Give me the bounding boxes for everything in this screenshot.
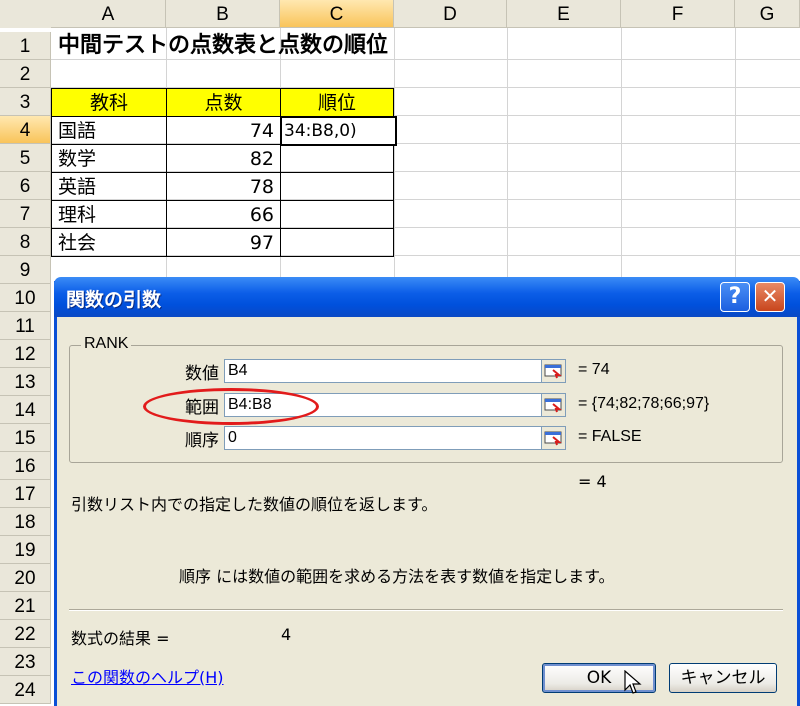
cancel-button[interactable]: キャンセル: [669, 663, 777, 693]
argument-description: 順序 には数値の範囲を求める方法を表す数値を指定します。: [179, 567, 615, 586]
row-header-24[interactable]: 24: [0, 676, 51, 704]
active-cell-c4[interactable]: 34:B8,0): [280, 116, 397, 146]
row-header-4[interactable]: 4: [0, 116, 51, 144]
function-description: 引数リスト内での指定した数値の順位を返します。: [71, 495, 438, 514]
subject-cell[interactable]: 数学: [51, 144, 167, 173]
column-header-d[interactable]: D: [394, 0, 507, 28]
subject-cell[interactable]: 国語: [51, 116, 167, 145]
function-arguments-dialog[interactable]: 関数の引数 ? ✕ RANK 数値 B4 = 74 範囲 B4:B8 = {74…: [54, 277, 800, 706]
help-button[interactable]: ?: [720, 282, 750, 312]
header-cell-subject[interactable]: 教科: [51, 88, 167, 117]
arg-input-number[interactable]: B4: [224, 359, 561, 383]
rank-cell[interactable]: [280, 172, 394, 201]
row-header-5[interactable]: 5: [0, 144, 51, 172]
subject-cell[interactable]: 社会: [51, 228, 167, 257]
row-header-2[interactable]: 2: [0, 60, 51, 88]
row-header-18[interactable]: 18: [0, 508, 51, 536]
subject-cell[interactable]: 英語: [51, 172, 167, 201]
arg-label-order: 順序: [185, 431, 219, 451]
formula-result-label: 数式の結果 =: [71, 629, 170, 648]
separator: [69, 609, 783, 611]
score-cell[interactable]: 78: [166, 172, 281, 201]
dialog-title: 関数の引数: [66, 289, 162, 311]
row-header-21[interactable]: 21: [0, 592, 51, 620]
rank-cell[interactable]: [280, 144, 394, 173]
column-header-c[interactable]: C: [280, 0, 394, 28]
row-header-1[interactable]: 1: [0, 32, 51, 60]
header-cell-rank[interactable]: 順位: [280, 88, 394, 117]
function-name-label: RANK: [81, 335, 132, 353]
column-header-a[interactable]: A: [51, 0, 166, 28]
collapse-dialog-icon: [544, 398, 562, 413]
collapse-dialog-icon: [544, 431, 562, 446]
subject-cell[interactable]: 理科: [51, 200, 167, 229]
row-header-14[interactable]: 14: [0, 396, 51, 424]
arg-result-order: = FALSE: [578, 428, 642, 445]
row-header-8[interactable]: 8: [0, 228, 51, 256]
row-header-3[interactable]: 3: [0, 88, 51, 116]
arg-result-range: = {74;82;78;66;97}: [578, 395, 710, 412]
row-header-15[interactable]: 15: [0, 424, 51, 452]
row-header-12[interactable]: 12: [0, 340, 51, 368]
sheet-title[interactable]: 中間テストの点数表と点数の順位: [58, 32, 478, 60]
column-header-b[interactable]: B: [166, 0, 280, 28]
column-header-g[interactable]: G: [735, 0, 800, 28]
select-all-corner[interactable]: [0, 0, 51, 28]
mouse-cursor-icon: [624, 670, 642, 694]
function-result: = 4: [578, 472, 607, 491]
column-header-f[interactable]: F: [621, 0, 735, 28]
header-cell-score[interactable]: 点数: [166, 88, 281, 117]
highlight-oval: [143, 388, 319, 425]
score-cell[interactable]: 82: [166, 144, 281, 173]
row-header-19[interactable]: 19: [0, 536, 51, 564]
column-header-e[interactable]: E: [507, 0, 621, 28]
arg-label-number: 数値: [185, 364, 219, 384]
row-header-13[interactable]: 13: [0, 368, 51, 396]
formula-result-value: 4: [281, 625, 292, 644]
row-header-17[interactable]: 17: [0, 480, 51, 508]
range-select-button[interactable]: [541, 426, 566, 450]
row-header-16[interactable]: 16: [0, 452, 51, 480]
close-button[interactable]: ✕: [755, 282, 785, 312]
row-header-7[interactable]: 7: [0, 200, 51, 228]
rank-cell[interactable]: [280, 228, 394, 257]
row-header-11[interactable]: 11: [0, 312, 51, 340]
arg-result-number: = 74: [578, 361, 610, 378]
row-header-6[interactable]: 6: [0, 172, 51, 200]
row-header-23[interactable]: 23: [0, 648, 51, 676]
collapse-dialog-icon: [544, 364, 562, 379]
row-header-22[interactable]: 22: [0, 620, 51, 648]
arg-input-order[interactable]: 0: [224, 426, 561, 450]
score-cell[interactable]: 74: [166, 116, 281, 145]
rank-cell[interactable]: [280, 200, 394, 229]
score-cell[interactable]: 97: [166, 228, 281, 257]
range-select-button[interactable]: [541, 393, 566, 417]
range-select-button[interactable]: [541, 359, 566, 383]
row-header-10[interactable]: 10: [0, 284, 51, 312]
score-cell[interactable]: 66: [166, 200, 281, 229]
row-header-9[interactable]: 9: [0, 256, 51, 284]
row-header-20[interactable]: 20: [0, 564, 51, 592]
function-help-link[interactable]: この関数のヘルプ(H): [71, 664, 224, 688]
dialog-titlebar[interactable]: 関数の引数 ? ✕: [54, 277, 800, 317]
